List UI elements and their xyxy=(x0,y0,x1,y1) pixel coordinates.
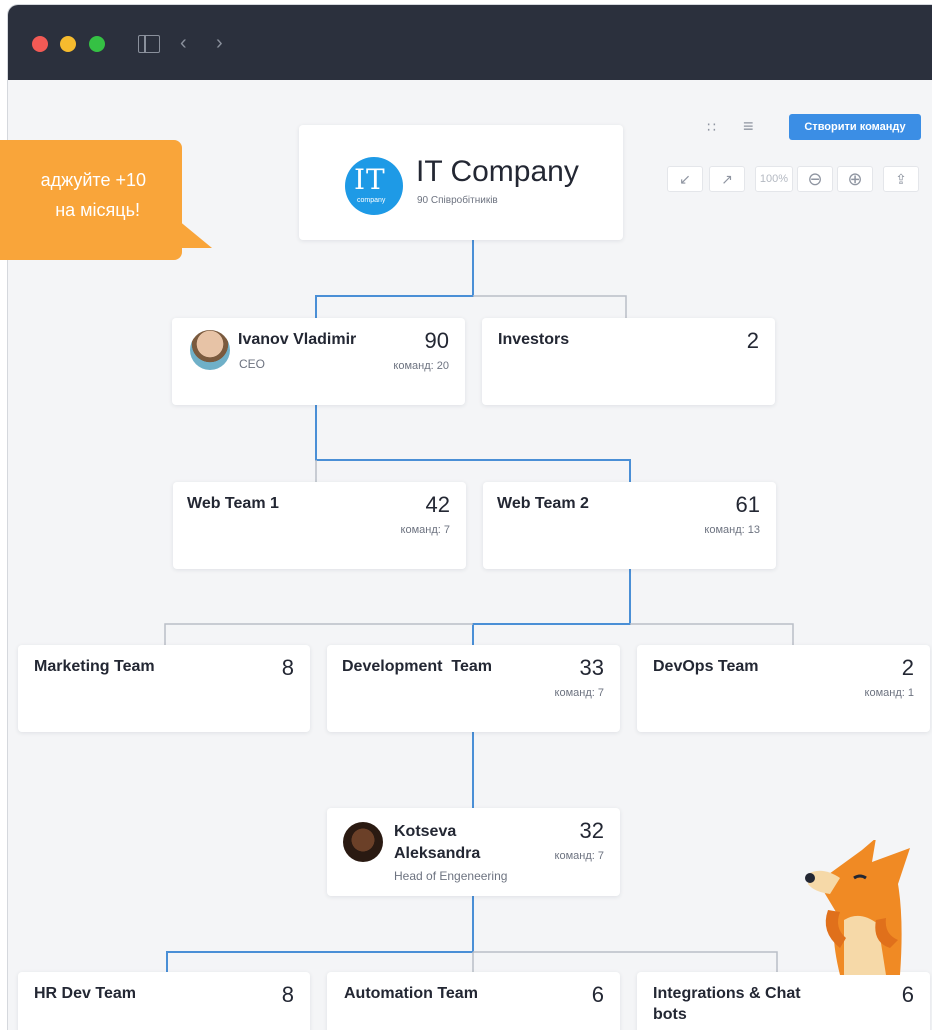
zoom-out-icon[interactable]: ⊖ xyxy=(797,166,833,192)
promo-line-1: аджуйте +10 xyxy=(40,170,146,190)
zoom-in-icon[interactable]: ⊕ xyxy=(837,166,873,192)
connector-web2-devops xyxy=(630,623,794,645)
org-root-card[interactable]: IT company IT Company 90 Співробітників xyxy=(299,125,623,240)
node-marketing-team[interactable]: Marketing Team 8 xyxy=(18,645,310,732)
company-logo: IT company xyxy=(345,157,403,215)
collapse-icon[interactable]: ↙ xyxy=(667,166,703,192)
node-hr-dev-team[interactable]: HR Dev Team 8 xyxy=(18,972,310,1030)
node-head-of-engineering[interactable]: Kotseva Aleksandra Head of Engeneering 3… xyxy=(327,808,620,896)
avatar xyxy=(343,822,383,862)
connector-ceo-web2 xyxy=(315,405,631,482)
node-web-team-2[interactable]: Web Team 2 61 команд: 13 xyxy=(483,482,776,569)
connector-root-investors xyxy=(473,295,627,318)
node-devops-team[interactable]: DevOps Team 2 команд: 1 xyxy=(637,645,930,732)
node-integrations-team[interactable]: Integrations & Chat bots 6 xyxy=(637,972,930,1030)
list-view-icon[interactable]: ≡ xyxy=(743,116,754,137)
export-icon[interactable]: ⇪ xyxy=(883,166,919,192)
avatar xyxy=(190,330,230,370)
promo-line-2: на місяць! xyxy=(55,200,140,220)
connector-web2-development xyxy=(472,569,631,645)
employee-count: 90 Співробітників xyxy=(417,195,498,206)
zoom-level: 100% xyxy=(755,166,793,192)
fox-mascot-icon xyxy=(805,840,910,975)
connector-root-ceo xyxy=(315,240,474,318)
org-tree-icon[interactable]: ∷ xyxy=(707,119,716,136)
node-web-team-1[interactable]: Web Team 1 42 команд: 7 xyxy=(173,482,466,569)
node-investors[interactable]: Investors 2 xyxy=(482,318,775,405)
node-automation-team[interactable]: Automation Team 6 xyxy=(327,972,620,1030)
connector-head-bottom xyxy=(166,896,474,972)
create-team-button[interactable]: Створити команду xyxy=(789,114,921,140)
expand-icon[interactable]: ↗ xyxy=(709,166,745,192)
connector-head-bottom-right xyxy=(473,951,778,972)
connector-web2-marketing xyxy=(164,623,473,645)
node-development-team[interactable]: Development Team 33 команд: 7 xyxy=(327,645,620,732)
company-name: IT Company xyxy=(416,155,579,188)
promo-bubble: аджуйте +10 на місяць! xyxy=(0,140,212,260)
node-ceo[interactable]: Ivanov Vladimir CEO 90 команд: 20 xyxy=(172,318,465,405)
